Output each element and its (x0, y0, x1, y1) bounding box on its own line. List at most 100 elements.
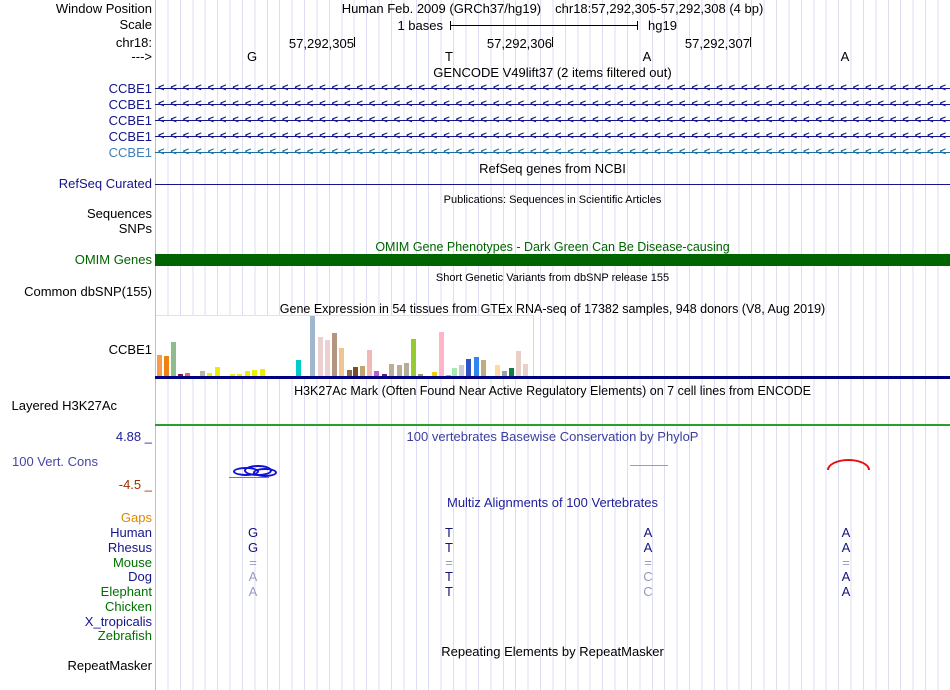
phylop-wiggle-olive[interactable] (630, 465, 668, 466)
left-arrow-glyph: < (592, 130, 599, 142)
scale-assembly: hg19 (648, 18, 677, 33)
gencode-transcript-row[interactable]: CCBE1 < < < < < < < < < < < < < < < < < < < < < < < < < < < < < < < < < < <… (0, 97, 950, 113)
gtex-bar-area[interactable] (156, 315, 534, 378)
left-arrow-glyph: < (939, 146, 947, 158)
scale-value: 1 bases (397, 18, 443, 33)
left-arrow-glyph: < (939, 98, 947, 110)
left-arrow-glyph: < (294, 146, 301, 158)
left-arrow-glyph: < (902, 114, 909, 126)
gtex-gene-label: CCBE1 (108, 342, 152, 357)
left-arrow-glyph: < (244, 146, 252, 158)
gtex-expression-bar[interactable] (332, 333, 337, 378)
gtex-expression-bar[interactable] (157, 355, 162, 378)
species-label-zebrafish: Zebrafish (97, 628, 152, 643)
gaps-label: Gaps (120, 510, 152, 525)
left-arrow-glyph: < (406, 98, 413, 110)
gencode-transcript-row[interactable]: CCBE1 < < < < < < < < < < < < < < < < < < < < < < < < < < < < < < < < < < <… (0, 129, 950, 145)
alignment-base: = (249, 555, 257, 570)
left-arrow-glyph: < (927, 114, 934, 126)
phylop-wiggle-red[interactable] (229, 477, 269, 478)
left-arrow-glyph: < (455, 98, 463, 110)
left-arrow-glyph: < (741, 98, 748, 110)
species-label-mouse: Mouse (112, 555, 152, 570)
left-arrow-glyph: < (803, 98, 810, 110)
left-arrow-glyph: < (294, 98, 301, 110)
left-arrow-glyph: < (914, 82, 922, 94)
gtex-expression-bar[interactable] (164, 356, 169, 378)
left-arrow-glyph: < (381, 98, 388, 110)
left-arrow-glyph: < (617, 114, 624, 126)
alignment-base: A (841, 525, 851, 540)
left-arrow-glyph: < (468, 130, 475, 142)
left-arrow-glyph: < (889, 82, 897, 94)
gtex-expression-bar[interactable] (310, 316, 315, 378)
scale-bar (450, 25, 638, 26)
left-arrow-glyph: < (480, 82, 487, 94)
left-arrow-glyph: < (567, 82, 574, 94)
assembly-title: Human Feb. 2009 (GRCh37/hg19) (341, 1, 542, 16)
gtex-expression-bar[interactable] (411, 339, 416, 378)
gtex-expression-bar[interactable] (439, 332, 444, 378)
gtex-expression-bar[interactable] (171, 342, 176, 378)
window-position-label: Window Position (55, 1, 152, 16)
phylop-wiggle-blue[interactable] (253, 468, 277, 477)
alignment-base: A (248, 569, 258, 584)
left-arrow-glyph: < (306, 98, 314, 110)
left-arrow-glyph: < (852, 114, 860, 126)
gencode-transcript-row[interactable]: CCBE1 < < < < < < < < < < < < < < < < < < < < < < < < < < < < < < < < < < <… (0, 145, 950, 161)
left-arrow-glyph: < (157, 130, 165, 142)
left-arrow-glyph: < (319, 130, 326, 142)
gtex-expression-bar[interactable] (474, 357, 479, 378)
gtex-expression-bar[interactable] (367, 350, 372, 378)
left-arrow-glyph: < (790, 146, 798, 158)
species-label-dog: Dog (128, 569, 152, 584)
base-letter: G (246, 49, 258, 64)
gencode-transcript-row[interactable]: CCBE1 < < < < < < < < < < < < < < < < < < < < < < < < < < < < < < < < < < <… (0, 113, 950, 129)
alignment-base: A (841, 584, 851, 599)
left-arrow-glyph: < (629, 114, 636, 126)
left-arrow-glyph: < (753, 82, 760, 94)
alignment-base: A (643, 525, 653, 540)
left-arrow-glyph: < (840, 130, 847, 142)
left-arrow-glyph: < (716, 146, 723, 158)
h3k27ac-signal-line[interactable] (155, 424, 950, 426)
left-arrow-glyph: < (554, 98, 562, 110)
alignment-base: = (445, 555, 453, 570)
left-arrow-glyph: < (356, 146, 363, 158)
gtex-expression-bar[interactable] (339, 348, 344, 378)
left-arrow-glyph: < (579, 114, 587, 126)
alignment-base: T (445, 540, 453, 555)
alignment-base: T (445, 584, 453, 599)
left-arrow-glyph: < (753, 130, 760, 142)
ruler-tick (354, 37, 355, 47)
left-arrow-glyph: < (554, 146, 562, 158)
left-arrow-glyph: < (567, 114, 574, 126)
gtex-expression-bar[interactable] (318, 337, 323, 378)
left-arrow-glyph: < (170, 146, 177, 158)
left-arrow-glyph: < (753, 98, 760, 110)
left-arrow-glyph: < (182, 98, 190, 110)
phylop-max-label: 4.88 _ (115, 429, 152, 444)
left-arrow-glyph: < (815, 82, 822, 94)
left-arrow-glyph: < (865, 98, 872, 110)
gencode-transcript-row[interactable]: CCBE1 < < < < < < < < < < < < < < < < < < < < < < < < < < < < < < < < < < <… (0, 81, 950, 97)
left-arrow-glyph: < (207, 98, 215, 110)
left-arrow-glyph: < (306, 82, 314, 94)
left-arrow-glyph: < (753, 114, 760, 126)
left-arrow-glyph: < (790, 82, 798, 94)
left-arrow-glyph: < (728, 98, 736, 110)
left-arrow-glyph: < (889, 130, 897, 142)
omim-gene-bar[interactable] (155, 254, 950, 266)
left-arrow-glyph: < (232, 98, 239, 110)
sequences-label: Sequences (86, 206, 152, 221)
refseq-gene-line[interactable] (155, 184, 950, 185)
gtex-expression-bar[interactable] (325, 340, 330, 378)
alignment-base: = (644, 555, 652, 570)
gtex-expression-bar[interactable] (516, 351, 521, 378)
left-arrow-glyph: < (778, 82, 785, 94)
left-arrow-glyph: < (294, 114, 301, 126)
left-arrow-glyph: < (803, 146, 810, 158)
left-arrow-glyph: < (282, 130, 289, 142)
left-arrow-glyph: < (331, 114, 339, 126)
phylop-title: 100 vertebrates Basewise Conservation by… (406, 429, 699, 444)
